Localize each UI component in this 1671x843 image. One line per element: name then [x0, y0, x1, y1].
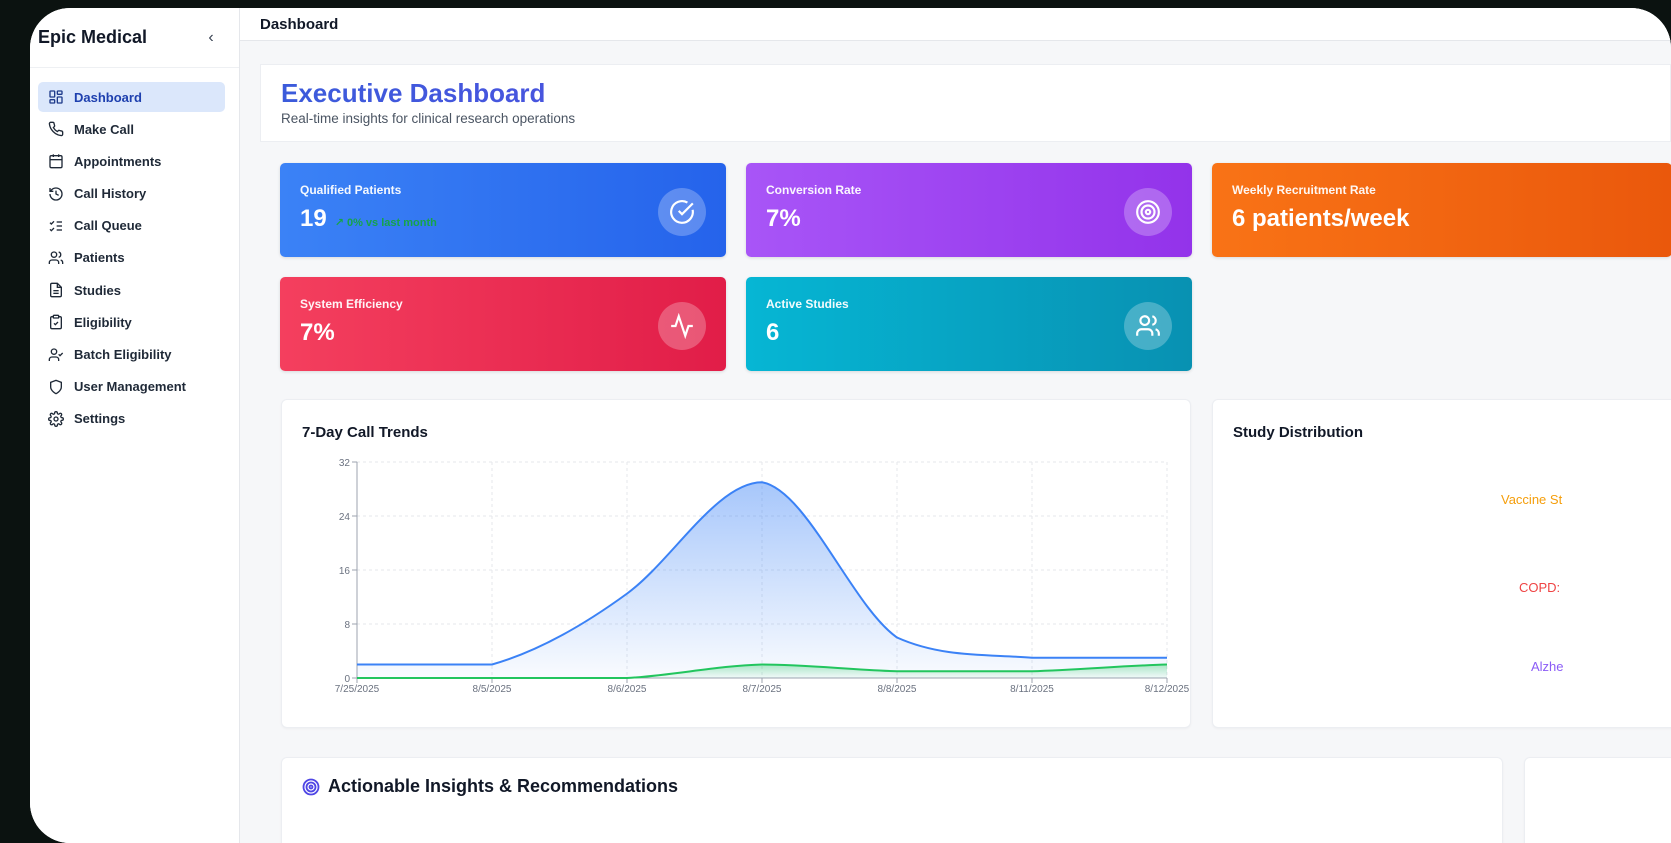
main-content: Dashboard Executive Dashboard Real-time … [240, 8, 1671, 843]
users-icon [48, 251, 64, 264]
pie-label-alzheimers: Alzhe [1531, 659, 1564, 674]
sidebar-item-label: User Management [74, 379, 186, 395]
shield-icon [50, 379, 62, 395]
sidebar-item-label: Batch Eligibility [74, 347, 172, 362]
document-icon [50, 282, 62, 298]
kpi-value: 6 [766, 319, 780, 346]
study-distribution-card: Study Distribution Vaccine St COPD: Alzh… [1212, 399, 1671, 728]
sidebar-nav: Dashboard Make Call Appointments Call Hi… [30, 68, 239, 434]
sidebar-item-make-call[interactable]: Make Call [38, 114, 225, 144]
dashboard-header: Executive Dashboard Real-time insights f… [260, 64, 1671, 142]
gear-icon [48, 410, 64, 427]
x-tick-label: 7/25/2025 [335, 684, 380, 695]
sidebar-item-label: Eligibility [74, 314, 132, 330]
sidebar-item-patients[interactable]: Patients [38, 243, 225, 273]
pie-label-copd: COPD: [1519, 580, 1561, 595]
clipboard-check-icon [50, 314, 62, 330]
sidebar-item-label: Call History [74, 186, 147, 202]
kpi-label: Conversion Rate [766, 183, 862, 197]
sidebar-item-label: Dashboard [74, 89, 142, 105]
sidebar-item-dashboard[interactable]: Dashboard [38, 82, 225, 112]
pie-label-vaccine: Vaccine St [1501, 492, 1563, 507]
brand-header: Epic Medical ‹ [30, 8, 239, 68]
dashboard-grid-icon [49, 90, 63, 104]
x-tick-label: 8/11/2025 [1010, 684, 1054, 695]
sidebar-item-call-queue[interactable]: Call Queue [38, 211, 225, 241]
sidebar-item-settings[interactable]: Settings [38, 404, 225, 434]
sidebar-item-label: Make Call [74, 121, 134, 137]
sidebar-item-label: Patients [74, 250, 125, 266]
dashboard-subtitle: Real-time insights for clinical research… [281, 111, 576, 126]
sidebar: Epic Medical ‹ Dashboard Make Call Appoi… [30, 8, 240, 843]
kpi-trend: ↗ 0% vs last month [334, 217, 437, 229]
topbar: Dashboard [240, 8, 1671, 41]
kpi-value: 7% [766, 205, 801, 232]
sidebar-item-appointments[interactable]: Appointments [38, 146, 225, 176]
sidebar-item-call-history[interactable]: Call History [38, 179, 225, 209]
sidebar-item-user-management[interactable]: User Management [38, 372, 225, 402]
user-check-icon [48, 347, 64, 361]
sidebar-item-label: Appointments [74, 153, 162, 169]
kpi-active-studies[interactable]: Active Studies 6 [746, 277, 1192, 371]
insights-title: Actionable Insights & Recommendations [328, 776, 679, 796]
sidebar-item-label: Settings [74, 411, 126, 427]
call-trends-card: 7-Day Call Trends 0 8 16 24 32 7/25/2025 8/5/2… [281, 399, 1191, 728]
check-circle-icon [658, 188, 706, 236]
kpi-system-efficiency[interactable]: System Efficiency 7% [280, 277, 726, 371]
kpi-label: System Efficiency [300, 297, 403, 311]
insights-card: Actionable Insights & Recommendations [281, 757, 1503, 843]
insights-header: Actionable Insights & Recommendations [302, 776, 678, 797]
y-tick-label: 16 [339, 566, 351, 577]
dashboard-title: Executive Dashboard [281, 77, 1650, 109]
target-icon [302, 778, 320, 795]
page-title: Dashboard [260, 15, 339, 33]
kpi-value-row: 19 ↗ 0% vs last month [300, 205, 706, 233]
phone-icon [48, 121, 64, 137]
study-distribution-title: Study Distribution [1233, 424, 1363, 441]
kpi-qualified-patients[interactable]: Qualified Patients 19 ↗ 0% vs last month [280, 163, 726, 257]
kpi-value: 7% [300, 319, 335, 346]
sidebar-item-label: Call Queue [74, 218, 142, 234]
x-tick-label: 8/8/2025 [878, 684, 917, 695]
sidebar-item-eligibility[interactable]: Eligibility [38, 307, 225, 337]
kpi-value: 6 patients/week [1232, 205, 1410, 232]
history-icon [49, 186, 63, 201]
sidebar-item-batch-eligibility[interactable]: Batch Eligibility [38, 340, 225, 370]
kpi-label: Weekly Recruitment Rate [1232, 183, 1376, 197]
calendar-icon [49, 154, 63, 169]
kpi-label: Qualified Patients [300, 183, 402, 197]
x-tick-label: 8/12/2025 [1145, 684, 1190, 695]
call-trends-chart: 081624327/25/2025 8/5/2025 8/6/2025 8/7/202… [335, 458, 1190, 695]
x-tick-label: 8/5/2025 [473, 684, 512, 695]
target-icon [1124, 188, 1172, 236]
y-tick-label: 24 [339, 512, 351, 523]
x-tick-label: 8/7/2025 [743, 684, 782, 695]
users-icon [1124, 302, 1172, 350]
kpi-conversion-rate[interactable]: Conversion Rate 7% [746, 163, 1192, 257]
activity-icon [658, 302, 706, 350]
sidebar-item-label: Studies [74, 282, 121, 298]
series-area [357, 482, 1167, 678]
y-tick-label: 32 [339, 458, 351, 469]
kpi-label: Active Studies [766, 297, 849, 311]
side-card [1524, 757, 1671, 843]
kpi-value: 19 [300, 205, 327, 232]
brand-title: Epic Medical [38, 27, 148, 47]
x-tick-label: 8/6/2025 [608, 684, 647, 695]
sidebar-item-studies[interactable]: Studies [38, 275, 225, 305]
app-window: Epic Medical ‹ Dashboard Make Call Appoi… [30, 8, 1671, 843]
list-checks-icon [49, 220, 62, 232]
y-tick-label: 8 [344, 620, 350, 631]
collapse-sidebar-button[interactable]: ‹ [201, 29, 221, 47]
kpi-weekly-recruitment[interactable]: Weekly Recruitment Rate 6 patients/week [1212, 163, 1671, 257]
